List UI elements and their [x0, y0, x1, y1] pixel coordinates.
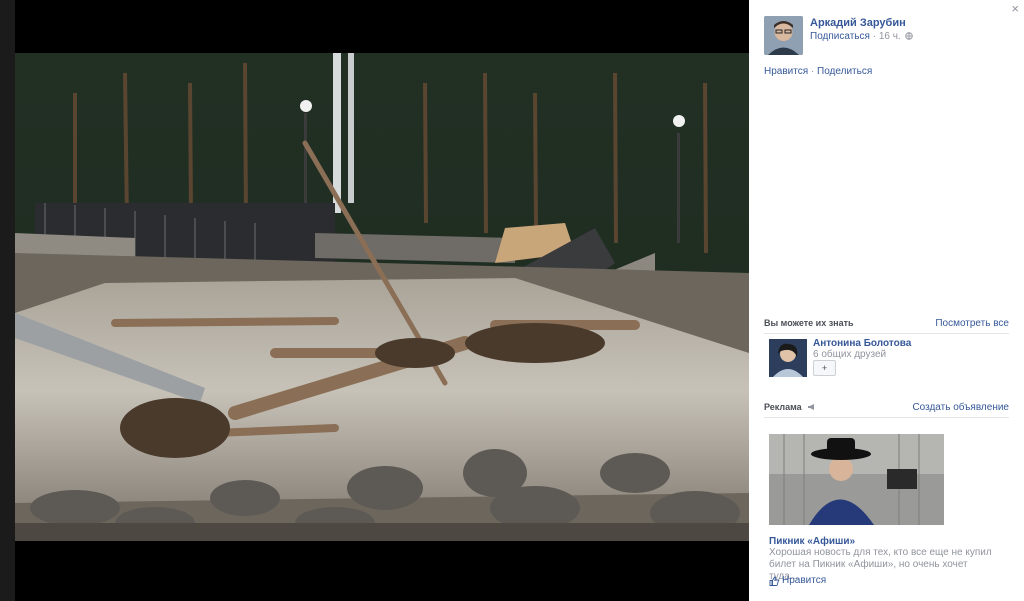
ad-title[interactable]: Пикник «Афиши»	[769, 536, 855, 547]
ads-title-text: Реклама	[764, 402, 802, 412]
ads-section-header: Реклама Создать объявление	[764, 402, 1009, 418]
share-link[interactable]: Поделиться	[817, 66, 872, 77]
photo[interactable]	[15, 53, 749, 541]
mutual-friends[interactable]: 6 общих друзей	[813, 349, 886, 360]
ad-like-button[interactable]: Нравится	[769, 575, 826, 586]
author-name[interactable]: Аркадий Зарубин	[810, 17, 906, 29]
ad-photo	[769, 434, 944, 525]
author-avatar[interactable]	[764, 16, 803, 55]
ad-like-label: Нравится	[782, 575, 827, 586]
ads-section-title: Реклама	[764, 402, 817, 412]
photo-stage	[0, 0, 749, 601]
subscribe-link[interactable]: Подписаться	[810, 31, 870, 42]
actions-separator: ·	[808, 66, 818, 77]
people-section-title: Вы можете их знать	[764, 318, 854, 328]
flooded-bridge-photo	[15, 53, 749, 541]
post-time[interactable]: 16 ч.	[879, 31, 901, 42]
add-friend-icon: +	[821, 363, 828, 373]
megaphone-icon	[808, 404, 815, 410]
friend-avatar[interactable]	[769, 339, 807, 377]
ad-image[interactable]	[769, 434, 944, 525]
author-meta: Подписаться · 16 ч.	[810, 31, 914, 42]
friend-name[interactable]: Антонина Болотова	[813, 338, 911, 349]
thumbs-up-icon	[769, 576, 779, 586]
photo-sidebar: × Аркадий Зарубин Подписаться · 16 ч. Нр…	[749, 0, 1024, 601]
add-friend-button[interactable]: +	[813, 360, 836, 376]
see-all-link[interactable]: Посмотреть все	[935, 318, 1009, 329]
close-button[interactable]: ×	[1011, 1, 1019, 16]
globe-icon	[905, 32, 914, 40]
stage-edge	[0, 0, 15, 601]
person-icon	[769, 339, 807, 377]
meta-separator: ·	[869, 31, 879, 42]
create-ad-link[interactable]: Создать объявление	[912, 402, 1009, 413]
like-link[interactable]: Нравится	[764, 66, 808, 77]
people-section-header: Вы можете их знать Посмотреть все	[764, 318, 1009, 334]
person-icon	[764, 16, 803, 55]
post-actions: Нравится · Поделиться	[764, 66, 872, 77]
